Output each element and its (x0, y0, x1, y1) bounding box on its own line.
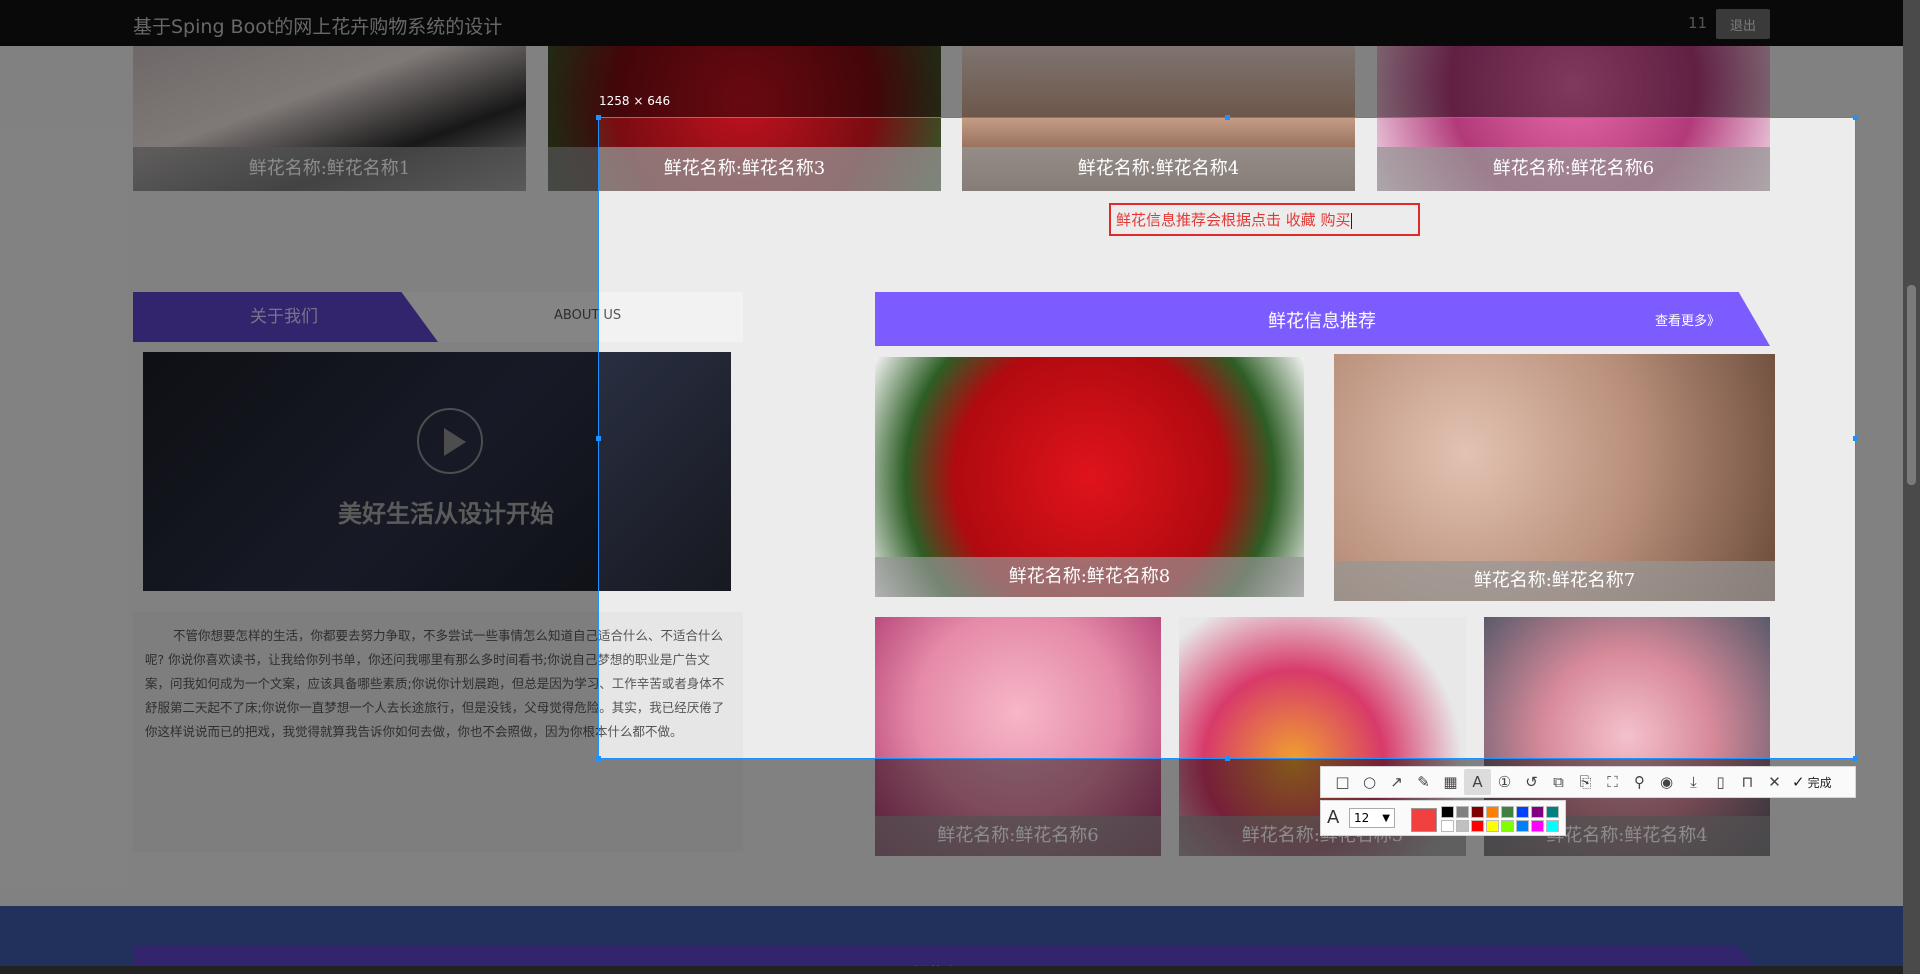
color-swatch[interactable] (1516, 806, 1529, 818)
font-size-select[interactable]: 12 ▼ (1349, 808, 1395, 828)
annotation-text: 鲜花信息推荐会根据点击 收藏 购买 (1116, 211, 1351, 229)
annotation-toolbar: □ ○ ↗ ✎ ▦ A ① ↺ ⧉ ⎘ ⛶ ⚲ ◉ ⤓ ▯ ⊓ ✕ ✓ 完成 (1320, 766, 1856, 798)
color-swatch[interactable] (1516, 820, 1529, 832)
color-swatch[interactable] (1456, 806, 1469, 818)
dim-overlay (0, 0, 1903, 117)
check-icon: ✓ (1792, 773, 1805, 791)
scrollbar-thumb[interactable] (1907, 285, 1916, 485)
resize-handle[interactable] (596, 436, 601, 441)
bookmark-icon[interactable]: ⊓ (1734, 769, 1761, 795)
color-swatch[interactable] (1441, 806, 1454, 818)
page-scrollbar[interactable] (1903, 0, 1920, 974)
color-swatch[interactable] (1441, 820, 1454, 832)
close-icon[interactable]: ✕ (1761, 769, 1788, 795)
text-icon[interactable]: A (1464, 769, 1491, 795)
download-icon[interactable]: ⤓ (1680, 769, 1707, 795)
resize-handle[interactable] (1853, 115, 1858, 120)
resize-handle[interactable] (1225, 756, 1230, 761)
resize-handle[interactable] (1853, 436, 1858, 441)
save-icon[interactable]: ▯ (1707, 769, 1734, 795)
pen-icon[interactable]: ✎ (1410, 769, 1437, 795)
text-style-panel: A 12 ▼ (1320, 800, 1566, 836)
scan-icon[interactable]: ⛶ (1599, 769, 1626, 795)
current-color-swatch[interactable] (1411, 808, 1437, 832)
resize-handle[interactable] (596, 115, 601, 120)
resize-handle[interactable] (1853, 756, 1858, 761)
undo-icon[interactable]: ↺ (1518, 769, 1545, 795)
color-swatch[interactable] (1546, 806, 1559, 818)
done-button[interactable]: ✓ 完成 (1792, 773, 1832, 791)
rect-icon[interactable]: □ (1329, 769, 1356, 795)
color-palette (1441, 806, 1560, 833)
resize-handle[interactable] (1225, 115, 1230, 120)
arrow-icon[interactable]: ↗ (1383, 769, 1410, 795)
done-label: 完成 (1807, 775, 1832, 790)
pin-icon[interactable]: ⚲ (1626, 769, 1653, 795)
dim-overlay (1856, 117, 1903, 974)
number-icon[interactable]: ① (1491, 769, 1518, 795)
chevron-down-icon: ▼ (1382, 813, 1390, 824)
annotation-textbox[interactable]: 鲜花信息推荐会根据点击 收藏 购买 (1109, 203, 1420, 236)
color-swatch[interactable] (1546, 820, 1559, 832)
record-icon[interactable]: ◉ (1653, 769, 1680, 795)
color-swatch[interactable] (1486, 806, 1499, 818)
ellipse-icon[interactable]: ○ (1356, 769, 1383, 795)
bottom-bar (0, 966, 1903, 974)
color-swatch[interactable] (1456, 820, 1469, 832)
color-swatch[interactable] (1531, 820, 1544, 832)
color-swatch[interactable] (1471, 820, 1484, 832)
resize-handle[interactable] (596, 756, 601, 761)
color-swatch[interactable] (1486, 820, 1499, 832)
copy-icon[interactable]: ⎘ (1572, 769, 1599, 795)
text-caret (1350, 212, 1352, 229)
font-size-value: 12 (1354, 811, 1370, 825)
font-icon: A (1327, 807, 1340, 828)
selection-size-label: 1258 × 646 (599, 94, 671, 108)
mosaic-icon[interactable]: ▦ (1437, 769, 1464, 795)
color-swatch[interactable] (1501, 820, 1514, 832)
color-swatch[interactable] (1501, 806, 1514, 818)
crop-icon[interactable]: ⧉ (1545, 769, 1572, 795)
color-swatch[interactable] (1531, 806, 1544, 818)
color-swatch[interactable] (1471, 806, 1484, 818)
dim-overlay (0, 117, 598, 974)
